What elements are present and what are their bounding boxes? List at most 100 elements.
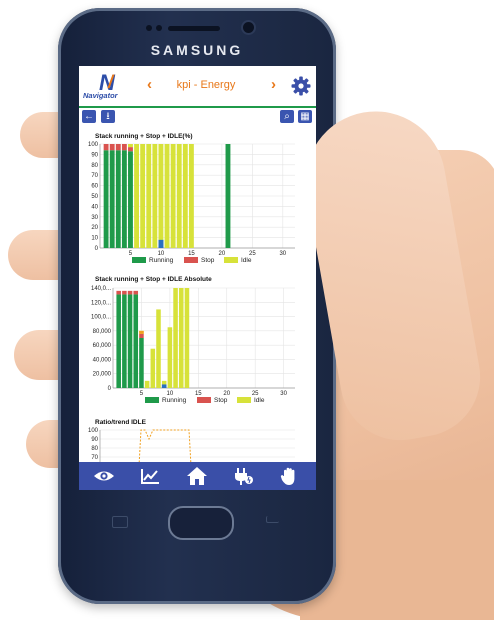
bar-stop — [103, 144, 109, 151]
chevron-left-icon[interactable]: ‹ — [147, 76, 152, 93]
y-tick-label: 10 — [91, 236, 98, 242]
trend-icon[interactable] — [139, 466, 161, 486]
bar-idle — [173, 288, 178, 388]
table-view-icon[interactable]: ▦ — [298, 110, 312, 123]
device-brand: SAMSUNG — [150, 42, 244, 58]
legend-swatch-running — [145, 397, 159, 403]
bar-idle — [176, 144, 182, 248]
bar-running — [225, 144, 231, 248]
y-tick-label: 90 — [91, 437, 98, 443]
y-tick-label: 70 — [91, 173, 98, 179]
bar-idle — [164, 144, 170, 248]
y-tick-label: 80 — [91, 163, 98, 169]
y-tick-label: 120,0... — [91, 300, 111, 306]
y-tick-label: 30 — [91, 215, 98, 221]
y-tick-label: 140,0... — [91, 286, 111, 292]
app-screen: N / Navigator ‹ kpi - Energy › ← ⭳ ⌕ ▦ S… — [79, 66, 316, 490]
bar-stop — [128, 147, 133, 152]
y-tick-label: 60,000 — [93, 343, 112, 349]
bar-running — [128, 151, 133, 248]
y-tick-label: 100 — [88, 428, 99, 434]
bar-idle — [167, 327, 173, 388]
y-tick-label: 40,000 — [93, 357, 112, 363]
back-arrow-icon[interactable]: ← — [82, 110, 96, 123]
chart-title: Ratio/trend IDLE — [95, 419, 146, 426]
bar-idle — [188, 144, 194, 248]
bar-stop — [122, 290, 127, 295]
y-tick-label: 50 — [91, 194, 98, 200]
legend-swatch-stop — [184, 257, 198, 263]
y-tick-label: 80 — [91, 446, 98, 452]
home-icon[interactable] — [186, 466, 208, 486]
bar-idle — [156, 309, 161, 388]
bar-idle — [178, 288, 184, 388]
bar-running — [133, 294, 139, 388]
bar-stop — [116, 290, 121, 295]
legend-label-running: Running — [149, 257, 174, 264]
bar-idle — [161, 380, 167, 385]
chart-running-stop-idle-absolute: 0 20,000 40,000 60,000 80,000 100,0... 120,0..… — [91, 286, 295, 404]
x-tick-label: 5 — [129, 251, 133, 257]
x-tick-label: 15 — [195, 391, 202, 397]
bar-stop — [127, 290, 133, 295]
speaker-grille — [168, 26, 220, 31]
chevron-right-icon[interactable]: › — [271, 76, 276, 93]
recent-apps-key[interactable] — [112, 516, 128, 528]
sensor — [146, 25, 152, 31]
chart-title: Stack running + Stop + IDLE Absolute — [95, 276, 212, 283]
bar-idle — [152, 144, 158, 248]
x-tick-label: 20 — [219, 251, 226, 257]
bar-running — [103, 150, 109, 248]
y-tick-label: 60 — [91, 184, 98, 190]
x-tick-label: 5 — [140, 391, 144, 397]
bar-stop — [121, 144, 127, 151]
navigator-logo: N / Navigator — [83, 70, 118, 100]
front-camera — [243, 22, 254, 33]
bar-idle — [146, 144, 152, 248]
plug-icon[interactable] — [232, 466, 254, 486]
y-tick-label: 20 — [91, 225, 98, 231]
legend-swatch-idle — [224, 257, 238, 263]
back-key[interactable] — [266, 516, 279, 523]
bar-idle — [184, 288, 190, 388]
bar-stop — [133, 290, 139, 295]
y-tick-label: 40 — [91, 204, 98, 210]
legend-label-idle: Idle — [241, 257, 252, 264]
y-tick-label: 80,000 — [93, 329, 112, 335]
x-tick-label: 30 — [279, 251, 286, 257]
bar-stop — [115, 144, 121, 151]
chart-title: Stack running + Stop + IDLE(%) — [95, 133, 193, 140]
legend-label-idle: Idle — [254, 397, 265, 404]
bar-highlight — [161, 384, 167, 388]
bar-running — [109, 150, 115, 248]
bar-idle — [144, 380, 150, 388]
legend-swatch-idle — [237, 397, 251, 403]
search-icon[interactable]: ⌕ — [280, 110, 294, 123]
y-tick-label: 100 — [88, 142, 99, 148]
sensor — [156, 25, 162, 31]
bar-running — [139, 338, 144, 388]
bar-idle — [150, 348, 156, 388]
y-tick-label: 0 — [108, 386, 112, 392]
legend-label-running: Running — [162, 397, 187, 404]
y-tick-label: 0 — [95, 246, 99, 252]
bar-highlight — [139, 330, 144, 334]
bar-idle — [134, 144, 139, 248]
bottom-nav — [79, 462, 316, 490]
legend-swatch-running — [132, 257, 146, 263]
bar-stop — [139, 333, 144, 338]
legend-label-stop: Stop — [214, 397, 228, 404]
download-icon[interactable]: ⭳ — [101, 110, 115, 123]
header-divider — [79, 106, 316, 108]
bar-running — [121, 150, 127, 248]
home-button[interactable] — [168, 506, 234, 540]
chart-ratio-trend-idle: 70 80 90 100 — [88, 428, 295, 462]
eye-icon[interactable] — [93, 466, 115, 486]
page-title: kpi - Energy — [176, 79, 236, 91]
gear-icon[interactable] — [291, 76, 311, 96]
app-header: N / Navigator ‹ kpi - Energy › — [79, 66, 316, 106]
legend-swatch-stop — [197, 397, 211, 403]
hand-stop-icon[interactable] — [279, 466, 301, 486]
y-tick-label: 100,0... — [91, 315, 111, 321]
bar-idle — [182, 144, 188, 248]
